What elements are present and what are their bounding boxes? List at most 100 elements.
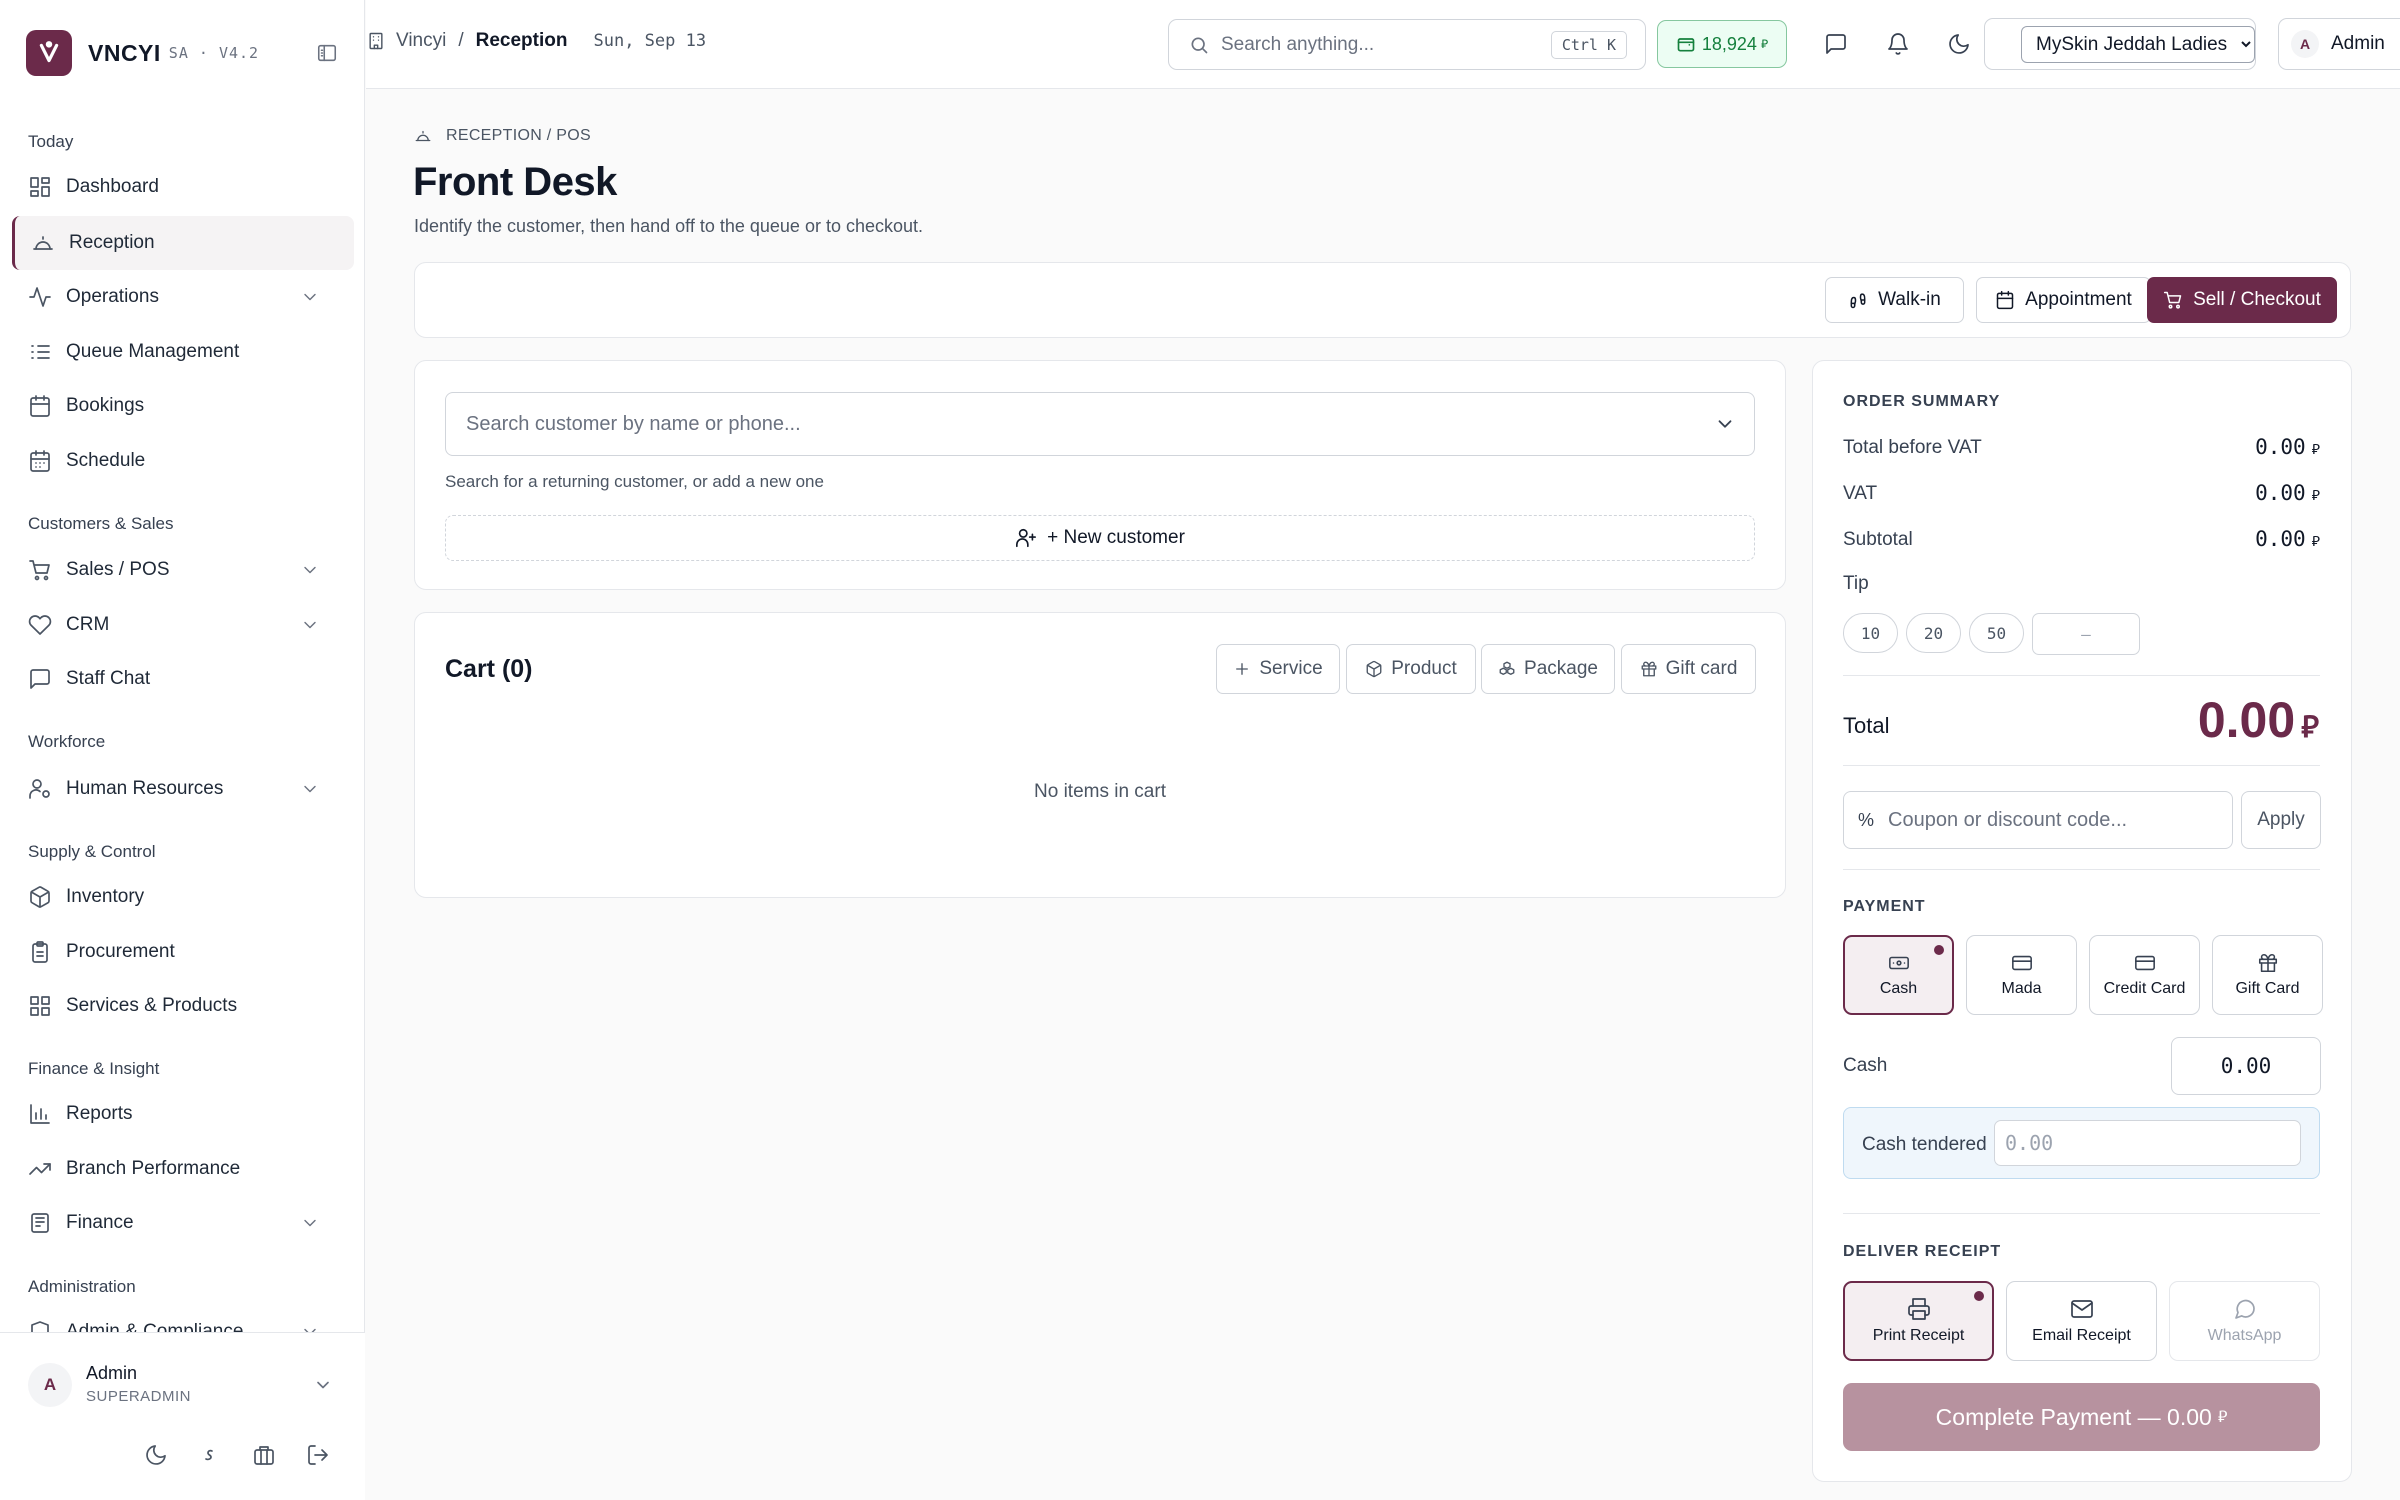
appointment-button[interactable]: Appointment	[1976, 277, 2151, 323]
row-value-wrap: 0.00 ⃁	[2255, 527, 2320, 552]
sidebar-item-label: Inventory	[66, 886, 145, 907]
logout-icon[interactable]	[306, 1443, 330, 1467]
riyal-icon: ⃁	[1760, 36, 1769, 51]
tip-option[interactable]: 10	[1843, 613, 1898, 653]
sell-checkout-button[interactable]: Sell / Checkout	[2147, 277, 2337, 323]
messages-icon[interactable]	[1824, 32, 1848, 56]
new-customer-button[interactable]: + New customer	[445, 515, 1755, 561]
calendar-icon	[30, 395, 50, 417]
whatsapp-receipt-button[interactable]: WhatsApp	[2169, 1281, 2320, 1361]
deliver-receipt-title: DELIVER RECEIPT	[1843, 1243, 2002, 1260]
customer-search-select[interactable]: Search customer by name or phone...	[445, 392, 1755, 456]
sidebar-item-procurement[interactable]: Procurement	[12, 925, 354, 979]
sidebar-collapse-icon[interactable]	[316, 42, 338, 64]
row-value: 0.00	[2255, 481, 2306, 505]
chevron-down-icon	[304, 621, 316, 629]
cash-amount-input[interactable]: 0.00	[2171, 1037, 2321, 1095]
payment-methods: Cash Mada Credit Card Gift Card	[1843, 935, 2323, 1015]
row-label: Subtotal	[1843, 528, 1913, 550]
nav-section-workforce: Workforce	[28, 732, 106, 751]
percent-icon: %	[1858, 809, 1875, 830]
sidebar-item-services-products[interactable]: Services & Products	[12, 979, 354, 1033]
user-plus-icon	[1016, 528, 1037, 548]
gift-icon	[2258, 953, 2277, 973]
language-icon[interactable]	[198, 1443, 222, 1467]
sidebar: VNCYI SA · V4.2 Today Dashboard Receptio…	[0, 0, 365, 1500]
sidebar-item-label: Branch Performance	[66, 1158, 241, 1179]
sidebar-item-branch-performance[interactable]: Branch Performance	[12, 1142, 354, 1196]
add-service-button[interactable]: Service	[1216, 644, 1340, 694]
add-gift-card-button[interactable]: Gift card	[1621, 644, 1756, 694]
sidebar-item-human-resources[interactable]: Human Resources	[12, 762, 354, 816]
global-search-input[interactable]: Search anything... Ctrl K	[1168, 19, 1646, 70]
chevron-down-icon	[1718, 420, 1732, 428]
calendar-days-icon	[30, 450, 50, 472]
nav-section-today: Today	[28, 132, 74, 151]
cart-title: Cart (0)	[445, 655, 533, 683]
order-summary-title: ORDER SUMMARY	[1843, 393, 2001, 410]
divider	[1843, 1213, 2320, 1214]
user-name[interactable]: Admin	[86, 1363, 137, 1384]
card-icon	[2011, 955, 2032, 971]
breadcrumb-root[interactable]: Vincyi	[396, 30, 446, 52]
sidebar-item-operations[interactable]: Operations	[12, 270, 354, 324]
branch-selector[interactable]: MySkin Jeddah Ladies	[1984, 18, 2256, 70]
row-value-wrap: 0.00 ⃁	[2255, 435, 2320, 460]
sidebar-item-dashboard[interactable]: Dashboard	[12, 160, 354, 214]
divider	[1843, 765, 2320, 766]
sidebar-item-admin-compliance[interactable]: Admin & Compliance	[12, 1305, 354, 1335]
notifications-bell-icon[interactable]	[1886, 32, 1910, 56]
nav-section-administration: Administration	[28, 1277, 136, 1296]
walk-in-button[interactable]: Walk-in	[1825, 277, 1964, 323]
sidebar-item-schedule[interactable]: Schedule	[12, 434, 354, 488]
sidebar-item-reports[interactable]: Reports	[12, 1087, 354, 1141]
sidebar-item-label: Queue Management	[66, 341, 240, 362]
moon-icon[interactable]	[144, 1443, 168, 1467]
add-product-button[interactable]: Product	[1346, 644, 1476, 694]
tip-option[interactable]: 20	[1906, 613, 1961, 653]
row-label: VAT	[1843, 482, 1878, 504]
email-receipt-button[interactable]: Email Receipt	[2006, 1281, 2157, 1361]
tip-custom-input[interactable]: —	[2032, 613, 2140, 655]
sidebar-item-queue-management[interactable]: Queue Management	[12, 325, 354, 379]
theme-toggle-moon-icon[interactable]	[1947, 32, 1971, 56]
tip-label-row: Tip	[1843, 573, 2320, 595]
sidebar-item-staff-chat[interactable]: Staff Chat	[12, 652, 354, 706]
avatar[interactable]: A	[28, 1363, 72, 1407]
branch-select[interactable]: MySkin Jeddah Ladies	[2021, 25, 2255, 63]
sidebar-item-bookings[interactable]: Bookings	[12, 379, 354, 433]
riyal-icon: ⃁	[2311, 533, 2320, 549]
chevron-down-icon[interactable]	[313, 1375, 333, 1395]
avatar: A	[2291, 30, 2319, 58]
payment-gift-card-button[interactable]: Gift Card	[2212, 935, 2323, 1015]
sidebar-item-inventory[interactable]: Inventory	[12, 870, 354, 924]
riyal-icon: ⃁	[2311, 441, 2320, 457]
payment-credit-card-button[interactable]: Credit Card	[2089, 935, 2200, 1015]
heart-icon	[28, 615, 52, 635]
page-eyebrow: RECEPTION / POS	[414, 127, 591, 145]
tip-option[interactable]: 50	[1969, 613, 2024, 653]
sidebar-item-label: Staff Chat	[66, 668, 151, 689]
print-receipt-button[interactable]: Print Receipt	[1843, 1281, 1994, 1361]
payment-mada-button[interactable]: Mada	[1966, 935, 2077, 1015]
wallet-balance-badge[interactable]: 18,924 ⃁	[1657, 20, 1787, 68]
row-label: Total before VAT	[1843, 436, 1982, 458]
sidebar-item-sales-pos[interactable]: Sales / POS	[12, 543, 354, 597]
customer-search-placeholder: Search customer by name or phone...	[466, 412, 801, 435]
coupon-input[interactable]: % Coupon or discount code...	[1843, 791, 2233, 849]
complete-payment-button[interactable]: Complete Payment — 0.00 ⃁	[1843, 1383, 2320, 1451]
payment-cash-button[interactable]: Cash	[1843, 935, 1954, 1015]
briefcase-icon[interactable]	[252, 1443, 276, 1467]
apply-coupon-button[interactable]: Apply	[2241, 791, 2321, 849]
payment-label: Credit Card	[2103, 980, 2186, 997]
logo[interactable]	[26, 30, 72, 76]
total-value: 0.00	[2197, 692, 2296, 748]
add-package-button[interactable]: Package	[1481, 644, 1615, 694]
sidebar-item-finance[interactable]: Finance	[12, 1196, 354, 1250]
cash-tendered-input[interactable]: 0.00	[1994, 1120, 2301, 1166]
sidebar-item-label: Services & Products	[66, 995, 238, 1016]
sidebar-item-crm[interactable]: CRM	[12, 598, 354, 652]
user-menu[interactable]: A Admin	[2278, 18, 2400, 70]
sidebar-item-reception[interactable]: Reception	[12, 216, 354, 270]
nav-section-customers-sales: Customers & Sales	[28, 514, 174, 533]
